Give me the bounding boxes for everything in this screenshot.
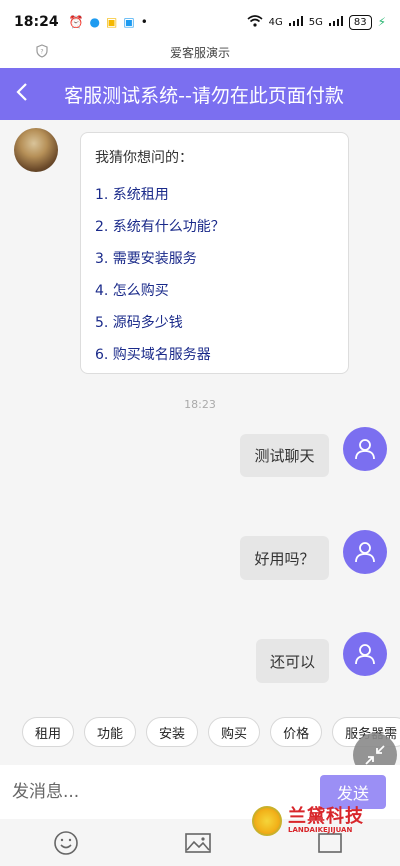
quick-replies: 租用 功能 安装 购买 价格 服务器需: [22, 717, 400, 747]
watermark-text: 兰黛科技 LANDAIKEJIJUAN: [288, 805, 364, 835]
network-label: 4G: [268, 16, 283, 28]
suggestion-hint: 我猜你想问的：: [95, 150, 193, 166]
suggestion-item-6[interactable]: 6. 购买域名服务器: [95, 339, 334, 371]
shield-icon: ?: [36, 44, 48, 63]
user-avatar[interactable]: [343, 530, 387, 574]
agent-avatar[interactable]: [14, 128, 58, 172]
user-icon: [355, 644, 375, 665]
user-message-bubble[interactable]: 好用吗？: [240, 536, 329, 580]
user-icon: [355, 542, 375, 563]
emoji-icon: [54, 831, 78, 855]
wifi-icon: [247, 14, 263, 30]
user-avatar[interactable]: [343, 427, 387, 471]
suggestion-item-1[interactable]: 1. 系统租用: [95, 179, 334, 211]
message-timestamp: 18:23: [184, 398, 216, 411]
watermark-main: 兰黛科技: [288, 805, 364, 827]
chat-app-icon: ▣: [123, 15, 135, 29]
suggestion-item-4[interactable]: 4. 怎么购买: [95, 275, 334, 307]
emoji-button[interactable]: [52, 829, 80, 857]
suggestion-card: 我猜你想问的： 1. 系统租用 2. 系统有什么功能？ 3. 需要安装服务 4.…: [80, 132, 349, 374]
chevron-left-icon: [16, 83, 27, 101]
quick-reply-features[interactable]: 功能: [84, 717, 137, 747]
user-icon: [355, 439, 375, 460]
app-mini-title-bar: ? 爱客服演示: [0, 44, 400, 68]
back-button[interactable]: [0, 79, 44, 109]
collapse-arrows-icon: [365, 745, 385, 765]
suggestion-item-5[interactable]: 5. 源码多少钱: [95, 307, 334, 339]
network2-label: 5G: [308, 16, 323, 28]
suggestion-item-3[interactable]: 3. 需要安装服务: [95, 243, 334, 275]
image-button[interactable]: [184, 829, 212, 857]
charging-icon: ⚡: [377, 15, 386, 29]
page-title: 客服测试系统--请勿在此页面付款: [64, 84, 344, 107]
alarm-icon: ⏰: [68, 15, 84, 29]
status-time: 18:24: [14, 14, 59, 30]
battery-icon: 83: [348, 14, 372, 30]
user-message-bubble[interactable]: 还可以: [256, 639, 329, 683]
chat-header: 客服测试系统--请勿在此页面付款: [0, 68, 400, 120]
watermark-emblem-icon: [252, 806, 282, 836]
quick-reply-install[interactable]: 安装: [146, 717, 199, 747]
user-message-bubble[interactable]: 测试聊天: [240, 434, 329, 477]
suggestion-item-2[interactable]: 2. 系统有什么功能？: [95, 211, 334, 243]
quick-reply-price[interactable]: 价格: [270, 717, 323, 747]
mini-title-text: 爱客服演示: [169, 46, 230, 60]
quick-reply-rent[interactable]: 租用: [22, 717, 75, 747]
status-bar: 18:24 ⏰ ● ▣ ▣ • 4G 5G 83 ⚡: [0, 0, 400, 44]
signal2-icon: [328, 15, 343, 29]
watermark-logo: 兰黛科技 LANDAIKEJIJUAN: [252, 803, 382, 839]
image-icon: [185, 833, 211, 853]
user-avatar[interactable]: [343, 632, 387, 676]
signal-icon: [288, 15, 303, 29]
message-icon: ▣: [106, 15, 118, 29]
svg-text:?: ?: [40, 49, 43, 56]
quick-reply-buy[interactable]: 购买: [208, 717, 261, 747]
more-dot-icon: •: [140, 15, 148, 29]
qq-icon: ●: [89, 15, 101, 29]
watermark-sub: LANDAIKEJIJUAN: [288, 825, 353, 834]
